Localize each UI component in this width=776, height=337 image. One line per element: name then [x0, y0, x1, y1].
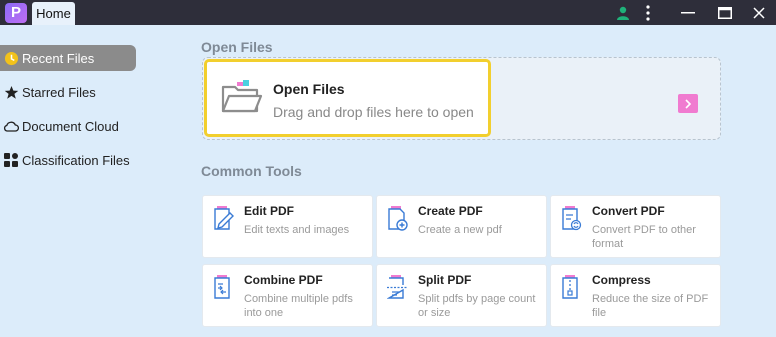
- create-pdf-icon: [387, 206, 409, 232]
- common-tools-section-title: Common Tools: [201, 163, 302, 179]
- clock-icon: [3, 50, 19, 66]
- sidebar-item-label: Classification Files: [22, 152, 130, 168]
- edit-pdf-icon: [213, 206, 235, 232]
- tool-convert-pdf[interactable]: Convert PDF Convert PDF to other format: [550, 195, 721, 258]
- tool-name: Create PDF: [418, 204, 483, 218]
- tool-name: Split PDF: [418, 273, 472, 287]
- sidebar-item-document-cloud[interactable]: Document Cloud: [0, 113, 136, 139]
- maximize-icon[interactable]: [714, 0, 736, 25]
- cloud-icon: [3, 118, 19, 134]
- convert-pdf-icon: [561, 206, 583, 232]
- tool-compress[interactable]: Compress Reduce the size of PDF file: [550, 264, 721, 327]
- chevron-right-icon: [685, 98, 692, 109]
- star-icon: [3, 84, 19, 100]
- open-files-section-title: Open Files: [201, 39, 273, 55]
- tool-description: Split pdfs by page count or size: [418, 293, 536, 319]
- sidebar-item-label: Document Cloud: [22, 118, 119, 134]
- tool-description: Edit texts and images: [244, 224, 350, 236]
- tool-name: Combine PDF: [244, 273, 323, 287]
- close-icon[interactable]: [748, 0, 770, 25]
- tool-description: Create a new pdf: [418, 224, 502, 236]
- title-bar: P Home: [0, 0, 776, 25]
- tool-description: Combine multiple pdfs into one: [244, 293, 353, 319]
- user-icon[interactable]: [615, 0, 631, 25]
- open-files-title: Open Files: [273, 81, 345, 97]
- tool-name: Convert PDF: [592, 204, 665, 218]
- open-files-subtitle: Drag and drop files here to open: [273, 104, 474, 120]
- grid-icon: [3, 152, 19, 168]
- tool-edit-pdf[interactable]: Edit PDF Edit texts and images: [202, 195, 373, 258]
- compress-icon: [561, 275, 583, 301]
- combine-pdf-icon: [213, 275, 235, 301]
- tab-home[interactable]: Home: [32, 2, 75, 25]
- open-files-arrow-button[interactable]: [678, 94, 698, 113]
- sidebar-item-classification-files[interactable]: Classification Files: [0, 147, 136, 173]
- tool-name: Edit PDF: [244, 204, 294, 218]
- sidebar-item-recent-files[interactable]: Recent Files: [0, 45, 136, 71]
- tool-combine-pdf[interactable]: Combine PDF Combine multiple pdfs into o…: [202, 264, 373, 327]
- tool-create-pdf[interactable]: Create PDF Create a new pdf: [376, 195, 547, 258]
- split-pdf-icon: [386, 275, 409, 301]
- sidebar: Recent Files Starred Files Document Clou…: [0, 25, 140, 337]
- tool-split-pdf[interactable]: Split PDF Split pdfs by page count or si…: [376, 264, 547, 327]
- tool-name: Compress: [592, 273, 651, 287]
- tool-description: Convert PDF to other format: [592, 224, 696, 250]
- app-logo: P: [5, 3, 27, 23]
- tool-description: Reduce the size of PDF file: [592, 293, 709, 319]
- open-files-card[interactable]: Open Files Drag and drop files here to o…: [204, 59, 491, 137]
- folder-icon: [221, 79, 263, 120]
- more-options-icon[interactable]: [642, 0, 654, 25]
- minimize-icon[interactable]: [677, 0, 699, 25]
- sidebar-item-starred-files[interactable]: Starred Files: [0, 79, 136, 105]
- sidebar-item-label: Recent Files: [22, 50, 95, 66]
- sidebar-item-label: Starred Files: [22, 84, 96, 100]
